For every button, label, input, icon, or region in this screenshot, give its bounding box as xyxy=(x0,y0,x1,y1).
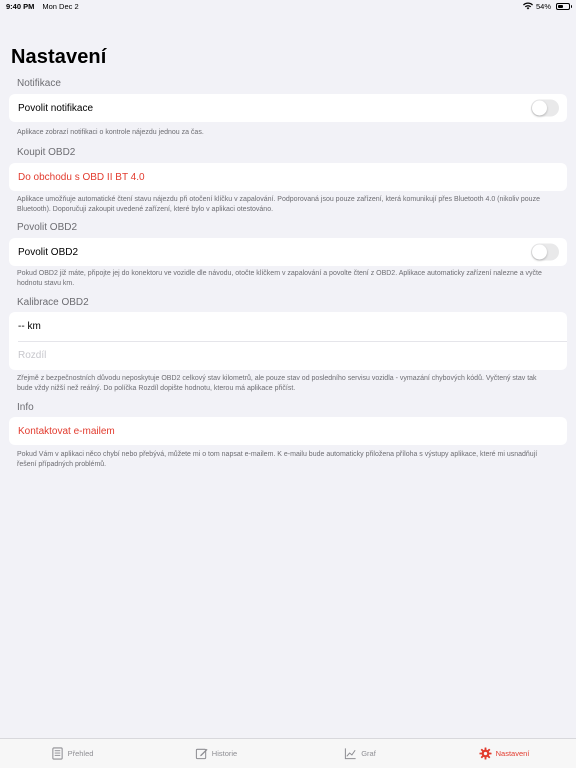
battery-fill xyxy=(558,4,564,8)
notifications-footer: Aplikace zobrazí notifikaci o kontrole n… xyxy=(17,129,204,136)
km-value: -- km xyxy=(18,321,41,332)
tab-chart[interactable]: Graf xyxy=(288,739,432,768)
km-value-row[interactable]: -- km xyxy=(18,312,41,341)
edit-icon xyxy=(195,748,208,760)
status-bar: 9:40 PM Mon Dec 2 54% xyxy=(0,0,576,12)
store-link-label: Do obchodu s OBD II BT 4.0 xyxy=(18,171,145,183)
notifications-toggle[interactable] xyxy=(531,99,559,117)
chart-icon xyxy=(345,748,356,760)
obd2-cell: Povolit OBD2 xyxy=(9,238,567,266)
tab-settings[interactable]: Nastavení xyxy=(432,739,576,768)
status-time: 9:40 PM xyxy=(6,1,35,11)
section-header-notifications: Notifikace xyxy=(17,78,61,89)
page-title: Nastavení xyxy=(11,46,107,68)
battery-percent: 54% xyxy=(535,1,551,11)
toggle-knob xyxy=(532,244,547,260)
store-link-button[interactable]: Do obchodu s OBD II BT 4.0 xyxy=(9,163,567,191)
section-header-calibration: Kalibrace OBD2 xyxy=(17,297,89,308)
info-footer: Pokud Vám v aplikaci něco chybí nebo pře… xyxy=(17,451,538,468)
status-date: Mon Dec 2 xyxy=(42,1,79,11)
contact-email-label: Kontaktovat e-mailem xyxy=(18,425,115,437)
tab-chart-label: Graf xyxy=(361,749,376,758)
contact-email-button[interactable]: Kontaktovat e-mailem xyxy=(9,417,567,445)
tab-bar: Přehled Historie Graf Nastavení xyxy=(0,738,576,768)
status-right: 54% xyxy=(522,1,572,11)
obd2-toggle-label: Povolit OBD2 xyxy=(18,246,79,258)
calibration-footer: Zřejmě z bezpečnostních důvodu neposkytu… xyxy=(17,375,537,392)
buy-footer: Aplikace umožňuje automatické čtení stav… xyxy=(17,196,540,213)
tab-overview-label: Přehled xyxy=(67,749,94,758)
notifications-toggle-label: Povolit notifikace xyxy=(18,102,94,114)
cell-divider xyxy=(18,341,567,342)
wifi-icon xyxy=(522,2,533,10)
obd2-footer: Pokud OBD2 již máte, připojte jej do kon… xyxy=(17,270,542,287)
tab-history-label: Historie xyxy=(211,749,238,758)
document-icon xyxy=(51,747,63,760)
diff-input-placeholder: Rozdíl xyxy=(18,350,47,361)
tab-history[interactable]: Historie xyxy=(144,739,288,768)
section-header-obd2: Povolit OBD2 xyxy=(17,222,78,233)
obd2-toggle[interactable] xyxy=(531,243,559,261)
section-header-info: Info xyxy=(17,402,34,413)
section-header-buy: Koupit OBD2 xyxy=(17,147,76,158)
gear-icon xyxy=(479,747,492,760)
tab-overview[interactable]: Přehled xyxy=(0,739,144,768)
battery-icon xyxy=(556,2,572,10)
calibration-group: -- km Rozdíl xyxy=(9,312,567,370)
tab-settings-label: Nastavení xyxy=(495,749,530,758)
notifications-cell: Povolit notifikace xyxy=(9,94,567,122)
diff-input[interactable]: Rozdíl xyxy=(18,341,46,370)
toggle-knob xyxy=(532,100,547,116)
